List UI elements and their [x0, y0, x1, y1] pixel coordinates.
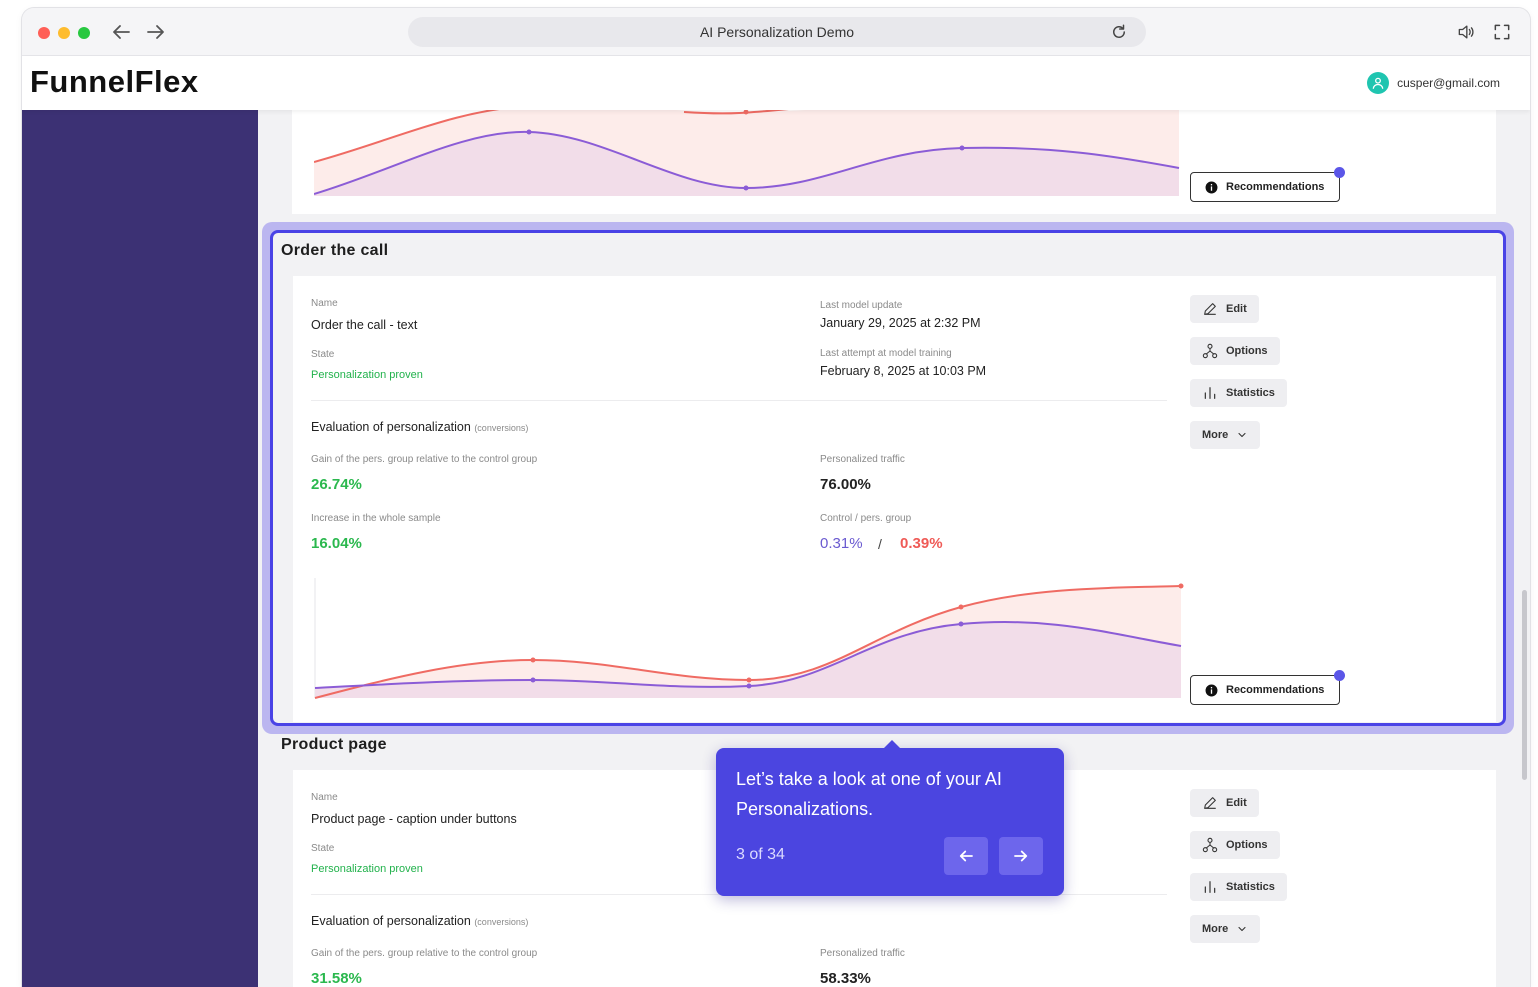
sidebar: [22, 110, 258, 987]
traffic-value: 58.33%: [820, 970, 871, 987]
previous-chart-point: [526, 129, 532, 135]
browser-toolbar: AI Personalization Demo: [22, 8, 1530, 56]
gain-label: Gain of the pers. group relative to the …: [311, 454, 538, 465]
edit-button[interactable]: Edit: [1190, 789, 1259, 817]
back-arrow-icon[interactable]: [109, 20, 133, 44]
previous-chart-point: [743, 185, 749, 191]
statistics-button[interactable]: Statistics: [1190, 873, 1287, 901]
divider: [311, 400, 1167, 401]
arrow-left-icon: [959, 850, 973, 862]
tooltip-text: Let’s take a look at one of your AI Pers…: [736, 769, 1002, 819]
increase-value: 16.04%: [311, 535, 362, 552]
scrollbar[interactable]: [1520, 110, 1530, 987]
options-icon: [1202, 837, 1218, 853]
previous-step-button[interactable]: [944, 837, 988, 875]
chart-point: [530, 677, 536, 683]
state-label: State: [311, 349, 335, 360]
previous-trend-chart: [314, 110, 1180, 196]
scrollbar-thumb[interactable]: [1522, 590, 1527, 780]
maximize-window-dot[interactable]: [78, 27, 90, 39]
traffic-value: 76.00%: [820, 476, 871, 493]
notification-dot: [1334, 670, 1345, 681]
chart-point: [746, 683, 752, 689]
chart-point: [1178, 583, 1184, 589]
pers-group-value: 0.39%: [900, 535, 943, 552]
forward-arrow-icon[interactable]: [144, 20, 168, 44]
page-title: AI Personalization Demo: [699, 24, 855, 40]
last-attempt-value: February 8, 2025 at 10:03 PM: [820, 364, 987, 378]
evaluation-title: Evaluation of personalization (conversio…: [311, 914, 529, 928]
state-value: Personalization proven: [311, 369, 423, 381]
statistics-icon: [1204, 881, 1216, 893]
previous-chart-point: [959, 145, 965, 151]
traffic-label: Personalized traffic: [820, 454, 905, 465]
options-button[interactable]: Options: [1190, 831, 1280, 859]
user-email: cusper@gmail.com: [1397, 76, 1500, 90]
browser-window: AI Personalization Demo FunnelFlex cuspe…: [22, 8, 1530, 987]
statistics-icon: [1204, 387, 1216, 399]
pencil-icon: [1204, 797, 1216, 809]
logo[interactable]: FunnelFlex: [30, 64, 199, 100]
user-menu[interactable]: cusper@gmail.com: [1367, 71, 1500, 95]
last-attempt-label: Last attempt at model training: [820, 348, 952, 359]
state-label: State: [311, 843, 335, 854]
evaluation-title: Evaluation of personalization (conversio…: [311, 420, 529, 434]
tooltip-caret: [884, 740, 900, 748]
traffic-label: Personalized traffic: [820, 948, 905, 959]
pencil-icon: [1204, 303, 1216, 315]
personalization-card: Name Order the call - text State Persona…: [293, 276, 1496, 722]
minimize-window-dot[interactable]: [58, 27, 70, 39]
personalization-name: Order the call - text: [311, 318, 418, 332]
previous-card: Recommendations: [292, 110, 1496, 214]
recommendations-button[interactable]: Recommendations: [1190, 167, 1345, 202]
section-title: Order the call: [281, 242, 389, 259]
options-button[interactable]: Options: [1190, 337, 1280, 365]
name-label: Name: [311, 792, 338, 803]
gain-value: 31.58%: [311, 970, 362, 987]
recommendations-label: Recommendations: [1226, 181, 1325, 193]
more-button[interactable]: More: [1190, 915, 1261, 943]
control-label: Control / pers. group: [820, 513, 912, 524]
statistics-button[interactable]: Statistics: [1190, 379, 1287, 407]
gain-label: Gain of the pers. group relative to the …: [311, 948, 538, 959]
user-icon: [1367, 72, 1390, 94]
speaker-icon[interactable]: [1456, 22, 1476, 42]
more-button[interactable]: More: [1190, 421, 1261, 449]
increase-label: Increase in the whole sample: [311, 513, 441, 524]
chevron-down-icon: [1238, 432, 1246, 438]
info-icon: [1205, 181, 1218, 193]
arrow-right-icon: [1014, 850, 1028, 862]
last-update-label: Last model update: [820, 300, 903, 311]
last-update-value: January 29, 2025 at 2:32 PM: [820, 316, 981, 330]
personalization-trend-chart: [314, 578, 1184, 699]
app-header: FunnelFlex cusper@gmail.com: [22, 56, 1530, 110]
chevron-down-icon: [1238, 926, 1246, 932]
chart-point: [958, 621, 964, 627]
section-title: Product page: [281, 736, 387, 753]
name-label: Name: [311, 298, 338, 309]
chart-point: [958, 604, 964, 610]
notification-dot: [1334, 167, 1345, 178]
fullscreen-icon[interactable]: [1492, 22, 1512, 42]
info-icon: [1205, 684, 1218, 696]
personalization-name: Product page - caption under buttons: [311, 812, 517, 826]
options-icon: [1202, 343, 1218, 359]
tour-tooltip: Let’s take a look at one of your AI Pers…: [716, 740, 1064, 896]
control-value: 0.31%: [820, 535, 863, 552]
reload-icon[interactable]: [1110, 23, 1128, 41]
tooltip-counter: 3 of 34: [736, 846, 785, 863]
edit-button[interactable]: Edit: [1190, 295, 1259, 323]
state-value: Personalization proven: [311, 863, 423, 875]
chart-point: [746, 677, 752, 683]
separator: /: [878, 536, 882, 552]
chart-point: [530, 657, 536, 663]
recommendations-button[interactable]: Recommendations: [1190, 670, 1345, 705]
next-step-button[interactable]: [999, 837, 1043, 875]
close-window-dot[interactable]: [38, 27, 50, 39]
gain-value: 26.74%: [311, 476, 362, 493]
address-bar[interactable]: AI Personalization Demo: [408, 17, 1146, 47]
